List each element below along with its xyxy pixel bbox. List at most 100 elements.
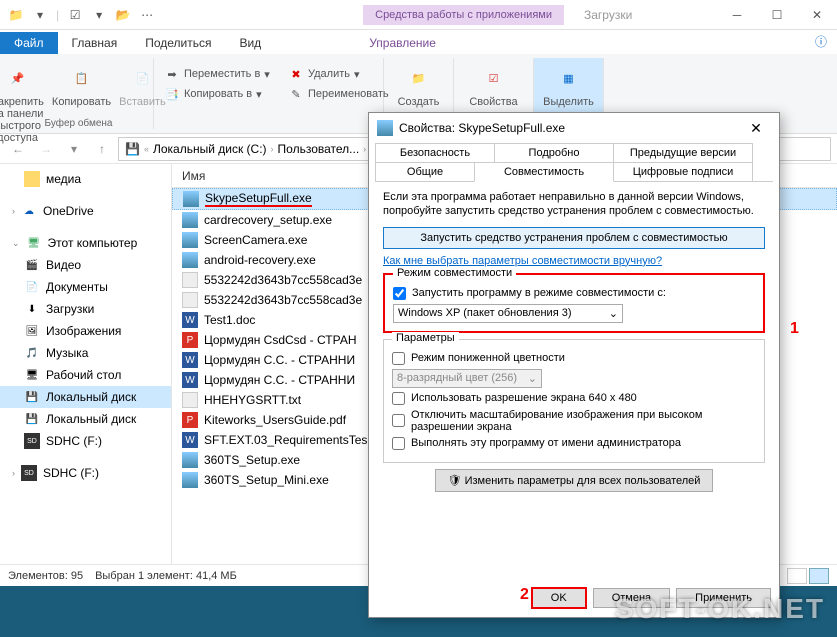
- copy-button[interactable]: 📋 Копировать: [50, 60, 113, 146]
- app-icon: [377, 120, 393, 136]
- close-button[interactable]: ✕: [797, 1, 837, 29]
- nav-item[interactable]: 🖥Рабочий стол: [0, 364, 171, 386]
- documents-icon: 📄: [24, 279, 40, 295]
- rename-button[interactable]: ✎Переименовать: [284, 84, 393, 104]
- view-details-button[interactable]: [787, 568, 807, 584]
- pdf-icon: P: [182, 332, 198, 348]
- properties-icon: ☑: [478, 62, 510, 94]
- move-icon: ➡: [164, 66, 180, 82]
- overflow-icon[interactable]: ⋯: [139, 7, 155, 23]
- tab-previous[interactable]: Предыдущие версии: [613, 143, 753, 162]
- dropdown-icon[interactable]: ▾: [32, 7, 48, 23]
- annotation-2: 2: [520, 586, 529, 604]
- new-button[interactable]: 📁 Создать: [396, 60, 442, 110]
- txt-icon: [182, 392, 198, 408]
- music-icon: 🎵: [24, 345, 40, 361]
- file-tab[interactable]: Файл: [0, 32, 58, 54]
- exe-icon: [182, 212, 198, 228]
- change-all-users-button[interactable]: 🛡 Изменить параметры для всех пользовате…: [435, 469, 714, 492]
- nav-item[interactable]: ⬇Загрузки: [0, 298, 171, 320]
- nav-item[interactable]: 📄Документы: [0, 276, 171, 298]
- ribbon-tab-home[interactable]: Главная: [58, 32, 132, 54]
- dropdown-icon[interactable]: ▾: [91, 7, 107, 23]
- doc-icon: W: [182, 372, 198, 388]
- titlebar: 📁 ▾ | ☑ ▾ 📂 ⋯ Средства работы с приложен…: [0, 0, 837, 30]
- tab-security[interactable]: Безопасность: [375, 143, 495, 162]
- delete-icon: ✖: [288, 66, 304, 82]
- copy-to-icon: 📑: [164, 86, 180, 102]
- disable-scaling-row[interactable]: Отключить масштабирование изображения пр…: [392, 409, 756, 433]
- maximize-button[interactable]: ☐: [757, 1, 797, 29]
- ribbon-tab-view[interactable]: Вид: [225, 32, 275, 54]
- doc-icon: W: [182, 432, 198, 448]
- tab-signatures[interactable]: Цифровые подписи: [613, 162, 753, 181]
- rename-icon: ✎: [288, 86, 304, 102]
- tab-compatibility[interactable]: Совместимость: [474, 162, 614, 182]
- dialog-tabs: Безопасность Подробно Предыдущие версии …: [369, 143, 779, 181]
- nav-item-this-pc[interactable]: ⌄🖥Этот компьютер: [0, 232, 171, 254]
- nav-item-media[interactable]: медиа: [0, 168, 171, 190]
- select-button[interactable]: ▦ Выделить: [541, 60, 596, 110]
- compat-checkbox[interactable]: [393, 287, 406, 300]
- res640-checkbox[interactable]: [392, 392, 405, 405]
- reduced-color-row[interactable]: Режим пониженной цветности: [392, 352, 756, 365]
- new-folder-icon: 📁: [403, 62, 435, 94]
- nav-item[interactable]: 🖼Изображения: [0, 320, 171, 342]
- nav-item-sdhc[interactable]: ›SDSDHC (F:): [0, 462, 171, 484]
- nav-item[interactable]: SDSDHC (F:): [0, 430, 171, 452]
- properties-button[interactable]: ☑ Свойства: [467, 60, 519, 110]
- nav-item-selected[interactable]: 💾Локальный диск: [0, 386, 171, 408]
- exe-icon: [182, 472, 198, 488]
- navigation-pane[interactable]: медиа ›☁OneDrive ⌄🖥Этот компьютер 🎬Видео…: [0, 164, 172, 564]
- exe-icon: [182, 252, 198, 268]
- view-icons-button[interactable]: [809, 568, 829, 584]
- dialog-close-button[interactable]: ✕: [741, 120, 771, 137]
- nav-item-onedrive[interactable]: ›☁OneDrive: [0, 200, 171, 222]
- ribbon-tab-manage[interactable]: Управление: [355, 32, 450, 54]
- copy-to-button[interactable]: 📑Копировать в ▾: [160, 84, 266, 104]
- compat-checkbox-row[interactable]: Запустить программу в режиме совместимос…: [393, 287, 755, 300]
- chevron-down-icon: ⌄: [609, 307, 618, 320]
- minimize-button[interactable]: ─: [717, 1, 757, 29]
- exe-icon: [183, 191, 199, 207]
- disable-scaling-checkbox[interactable]: [392, 414, 405, 427]
- pin-button[interactable]: 📌 Закрепить на панели быстрого доступа: [0, 60, 46, 146]
- nav-item[interactable]: 🎵Музыка: [0, 342, 171, 364]
- tab-details[interactable]: Подробно: [494, 143, 614, 162]
- drive-icon: 💾: [24, 389, 40, 405]
- file-icon: [182, 292, 198, 308]
- run-admin-checkbox[interactable]: [392, 437, 405, 450]
- desktop-icon: 🖥: [24, 367, 40, 383]
- params-legend: Параметры: [392, 332, 459, 344]
- doc-icon: W: [182, 312, 198, 328]
- folder-icon[interactable]: 📁: [8, 7, 24, 23]
- checkbox-icon[interactable]: ☑: [67, 7, 83, 23]
- compat-os-select[interactable]: Windows XP (пакет обновления 3)⌄: [393, 304, 623, 323]
- ribbon-tabs: Файл Главная Поделиться Вид Управление ⓘ: [0, 30, 837, 54]
- dialog-body: Если эта программа работает неправильно …: [375, 181, 773, 579]
- annotation-1: 1: [790, 320, 799, 338]
- quick-access-toolbar: 📁 ▾ | ☑ ▾ 📂 ⋯: [0, 7, 163, 23]
- reduced-color-checkbox[interactable]: [392, 352, 405, 365]
- move-to-button[interactable]: ➡Переместить в ▾: [160, 64, 274, 84]
- tab-general[interactable]: Общие: [375, 162, 475, 181]
- ribbon-tab-share[interactable]: Поделиться: [131, 32, 225, 54]
- nav-item[interactable]: 💾Локальный диск: [0, 408, 171, 430]
- forward-button[interactable]: →: [34, 137, 58, 161]
- exe-icon: [182, 232, 198, 248]
- ribbon-help-icon[interactable]: ⓘ: [805, 29, 837, 54]
- select-icon: ▦: [553, 62, 585, 94]
- res640-row[interactable]: Использовать разрешение экрана 640 x 480: [392, 392, 756, 405]
- ok-button[interactable]: OK: [531, 587, 587, 609]
- nav-item[interactable]: 🎬Видео: [0, 254, 171, 276]
- item-count: Элементов: 95: [8, 570, 83, 582]
- selection-info: Выбран 1 элемент: 41,4 МБ: [95, 570, 237, 582]
- doc-icon: W: [182, 352, 198, 368]
- delete-button[interactable]: ✖Удалить ▾: [284, 64, 393, 84]
- troubleshoot-button[interactable]: Запустить средство устранения проблем с …: [383, 227, 765, 249]
- params-group: Параметры Режим пониженной цветности 8-р…: [383, 339, 765, 463]
- manual-link[interactable]: Как мне выбрать параметры совместимости …: [383, 255, 765, 267]
- run-admin-row[interactable]: Выполнять эту программу от имени админис…: [392, 437, 756, 450]
- new-folder-icon[interactable]: 📂: [115, 7, 131, 23]
- contextual-tab-title: Средства работы с приложениями: [363, 5, 564, 25]
